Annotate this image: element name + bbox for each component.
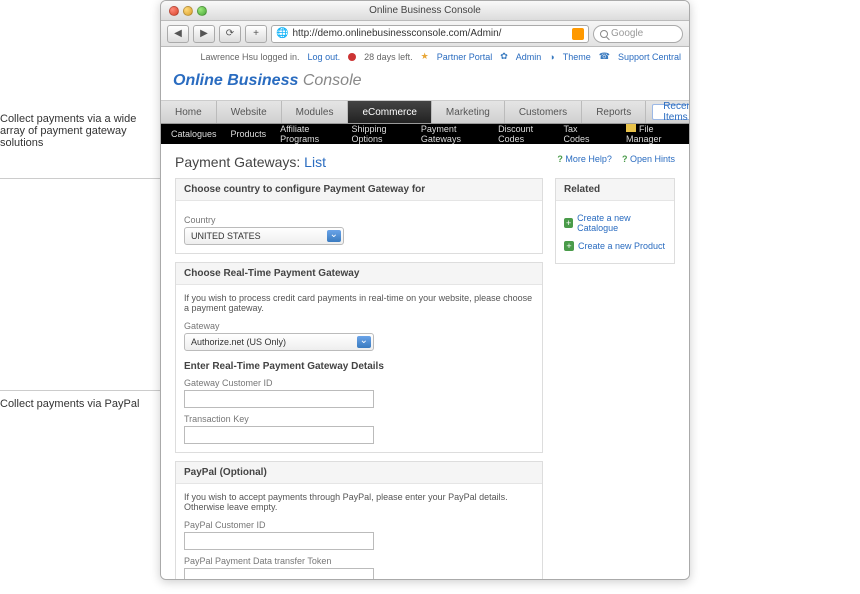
tab-marketing[interactable]: Marketing — [432, 101, 505, 123]
browser-window: Online Business Console ◀ ▶ ⟳ + 🌐 http:/… — [160, 0, 690, 580]
search-placeholder: Google — [611, 28, 643, 39]
main-nav: Home Website Modules eCommerce Marketing… — [161, 100, 689, 124]
paypal-id-input[interactable] — [184, 532, 374, 550]
theme-link[interactable]: Theme — [563, 52, 591, 62]
url-text: http://demo.onlinebusinessconsole.com/Ad… — [292, 28, 501, 39]
panel-header: PayPal (Optional) — [176, 462, 542, 484]
plus-icon: + — [564, 218, 573, 228]
url-bar[interactable]: 🌐 http://demo.onlinebusinessconsole.com/… — [271, 25, 589, 43]
panel-paypal: PayPal (Optional) If you wish to accept … — [175, 461, 543, 579]
sub-nav: Catalogues Products Affiliate Programs S… — [161, 124, 689, 144]
subnav-tax[interactable]: Tax Codes — [564, 124, 598, 144]
panel-header: Related — [556, 179, 674, 201]
window-titlebar: Online Business Console — [161, 1, 689, 21]
gateway-intro: If you wish to process credit card payme… — [184, 293, 534, 313]
rss-icon[interactable] — [572, 28, 584, 40]
paypal-token-input[interactable] — [184, 568, 374, 579]
annotation-paypal: Collect payments via PayPal — [0, 398, 155, 410]
transaction-key-label: Transaction Key — [184, 414, 534, 424]
admin-link[interactable]: Admin — [516, 52, 542, 62]
country-label: Country — [184, 215, 534, 225]
folder-icon — [626, 124, 636, 132]
theme-icon: ◑ — [549, 52, 554, 62]
panel-gateway: Choose Real-Time Payment Gateway If you … — [175, 262, 543, 453]
star-icon: ★ — [421, 51, 429, 62]
related-create-product[interactable]: + Create a new Product — [564, 237, 666, 255]
window-title: Online Business Console — [161, 5, 689, 16]
subnav-shipping[interactable]: Shipping Options — [351, 124, 406, 144]
subnav-payment-gateways[interactable]: Payment Gateways — [421, 124, 484, 144]
days-left: 28 days left. — [364, 52, 413, 62]
account-bar: Lawrence Hsu logged in. Log out. 28 days… — [161, 47, 689, 66]
annotation-gateways: Collect payments via a wide array of pay… — [0, 113, 155, 149]
support-link[interactable]: Support Central — [618, 52, 681, 62]
logout-link[interactable]: Log out. — [308, 52, 341, 62]
page-title: Payment Gateways: List — [175, 154, 557, 170]
page-content[interactable]: Lawrence Hsu logged in. Log out. 28 days… — [161, 47, 689, 579]
tab-customers[interactable]: Customers — [505, 101, 582, 123]
site-logo: Online Business Console — [161, 66, 689, 100]
tab-modules[interactable]: Modules — [282, 101, 349, 123]
open-hints-link[interactable]: ? Open Hints — [622, 154, 675, 164]
alert-icon — [348, 53, 356, 61]
tab-reports[interactable]: Reports — [582, 101, 646, 123]
recent-items-button[interactable]: Recent Items — [652, 104, 689, 120]
subnav-discount[interactable]: Discount Codes — [498, 124, 549, 144]
browser-toolbar: ◀ ▶ ⟳ + 🌐 http://demo.onlinebusinesscons… — [161, 21, 689, 47]
country-select[interactable]: UNITED STATES — [184, 227, 344, 245]
partner-portal-link[interactable]: Partner Portal — [437, 52, 493, 62]
reload-button[interactable]: ⟳ — [219, 25, 241, 43]
gateway-label: Gateway — [184, 321, 534, 331]
subnav-catalogues[interactable]: Catalogues — [171, 129, 217, 139]
customer-id-label: Gateway Customer ID — [184, 378, 534, 388]
browser-search[interactable]: Google — [593, 25, 683, 43]
add-button[interactable]: + — [245, 25, 267, 43]
support-icon: ☎ — [599, 51, 610, 62]
plus-icon: + — [564, 241, 574, 251]
search-icon — [600, 30, 608, 38]
paypal-id-label: PayPal Customer ID — [184, 520, 534, 530]
panel-header: Choose country to configure Payment Gate… — [176, 179, 542, 201]
forward-button[interactable]: ▶ — [193, 25, 215, 43]
panel-country: Choose country to configure Payment Gate… — [175, 178, 543, 254]
subnav-products[interactable]: Products — [231, 129, 267, 139]
subnav-affiliate[interactable]: Affiliate Programs — [280, 124, 337, 144]
gear-icon: ✿ — [500, 51, 508, 62]
tab-ecommerce[interactable]: eCommerce — [348, 101, 431, 123]
panel-related: Related + Create a new Catalogue + Creat… — [555, 178, 675, 264]
details-header: Enter Real-Time Payment Gateway Details — [184, 361, 534, 372]
back-button[interactable]: ◀ — [167, 25, 189, 43]
file-manager-link[interactable]: File Manager — [626, 124, 679, 144]
paypal-token-label: PayPal Payment Data transfer Token — [184, 556, 534, 566]
tab-website[interactable]: Website — [217, 101, 282, 123]
more-help-link[interactable]: ? More Help? — [557, 154, 612, 164]
panel-header: Choose Real-Time Payment Gateway — [176, 263, 542, 285]
list-link[interactable]: List — [304, 154, 326, 170]
related-create-catalogue[interactable]: + Create a new Catalogue — [564, 209, 666, 237]
annotation-line — [0, 178, 185, 179]
paypal-intro: If you wish to accept payments through P… — [184, 492, 534, 512]
transaction-key-input[interactable] — [184, 426, 374, 444]
customer-id-input[interactable] — [184, 390, 374, 408]
tab-home[interactable]: Home — [161, 101, 217, 123]
gateway-select[interactable]: Authorize.net (US Only) — [184, 333, 374, 351]
user-logged-in: Lawrence Hsu logged in. — [200, 52, 299, 62]
